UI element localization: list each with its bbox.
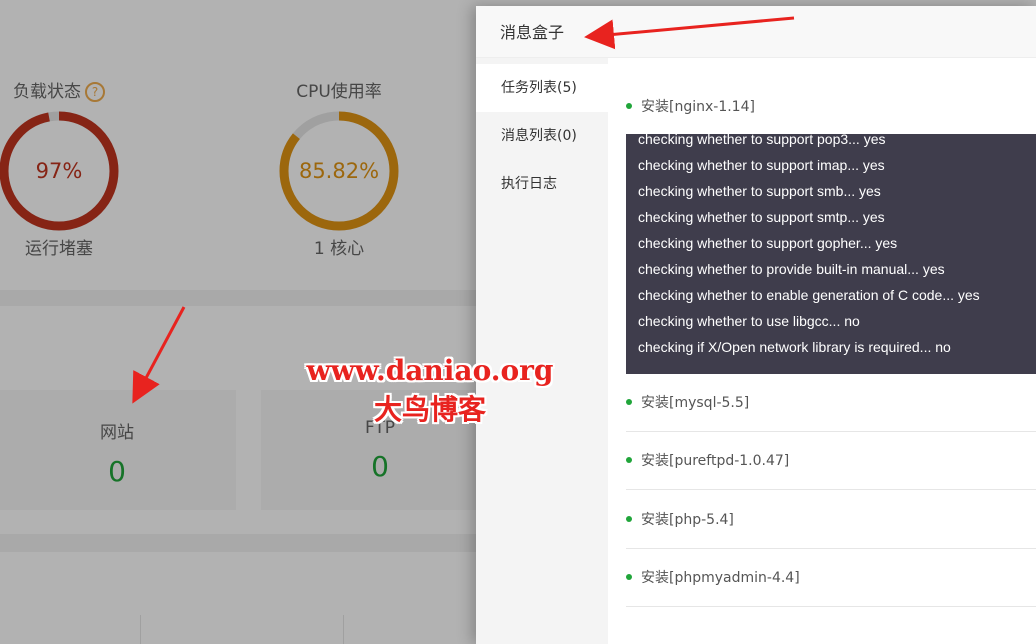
status-dot-icon — [626, 515, 632, 522]
status-dot-icon — [626, 398, 632, 405]
status-dot-icon — [626, 102, 632, 109]
console-line: checking whether to enable generation of… — [638, 287, 980, 303]
task-console[interactable]: checking whether to support pop3... yes c… — [626, 134, 1036, 374]
tab-task-list[interactable]: 任务列表(5) — [476, 64, 608, 112]
console-lines: checking whether to support pop3... yes c… — [638, 134, 980, 360]
tab-execution-log[interactable]: 执行日志 — [476, 160, 608, 208]
task-label: 安装[php-5.4] — [641, 512, 734, 528]
current-task-label: 安装[nginx-1.14] — [641, 99, 755, 115]
watermark-url: www.daniao.org — [306, 354, 554, 387]
console-line: checking whether to support smb... yes — [638, 183, 881, 199]
tab-message-list[interactable]: 消息列表(0) — [476, 112, 608, 160]
console-line: checking whether to provide built-in man… — [638, 261, 945, 277]
watermark-name: 大鸟博客 — [373, 393, 486, 426]
message-box-panel: 消息盒子 任务列表(5) 消息列表(0) 执行日志 安装[nginx-1.14]… — [476, 6, 1036, 644]
task-label: 安装[pureftpd-1.0.47] — [641, 453, 790, 469]
console-line: checking whether to support smtp... yes — [638, 209, 885, 225]
task-label: 安装[mysql-5.5] — [641, 395, 750, 411]
list-item: 安装[php-5.4] — [626, 491, 1036, 549]
task-label: 安装[phpmyadmin-4.4] — [641, 570, 800, 586]
console-line: checking whether to support gopher... ye… — [638, 235, 898, 251]
list-item: 安装[phpmyadmin-4.4] — [626, 549, 1036, 607]
current-task: 安装[nginx-1.14] — [626, 96, 1036, 116]
status-dot-icon — [626, 573, 632, 580]
console-line: checking whether to use libgcc... no — [638, 313, 860, 329]
status-dot-icon — [626, 456, 632, 463]
list-item: 安装[mysql-5.5] — [626, 374, 1036, 432]
task-content: 安装[nginx-1.14] checking whether to suppo… — [608, 58, 1036, 644]
list-item: 安装[pureftpd-1.0.47] — [626, 432, 1036, 490]
console-line: checking whether to support imap... yes — [638, 157, 885, 173]
panel-header: 消息盒子 — [476, 6, 1036, 58]
console-line: checking whether to support pop3... yes — [638, 134, 886, 147]
console-line: checking if X/Open network library is re… — [638, 339, 951, 355]
panel-sidebar: 任务列表(5) 消息列表(0) 执行日志 — [476, 58, 608, 644]
panel-title: 消息盒子 — [500, 23, 565, 42]
